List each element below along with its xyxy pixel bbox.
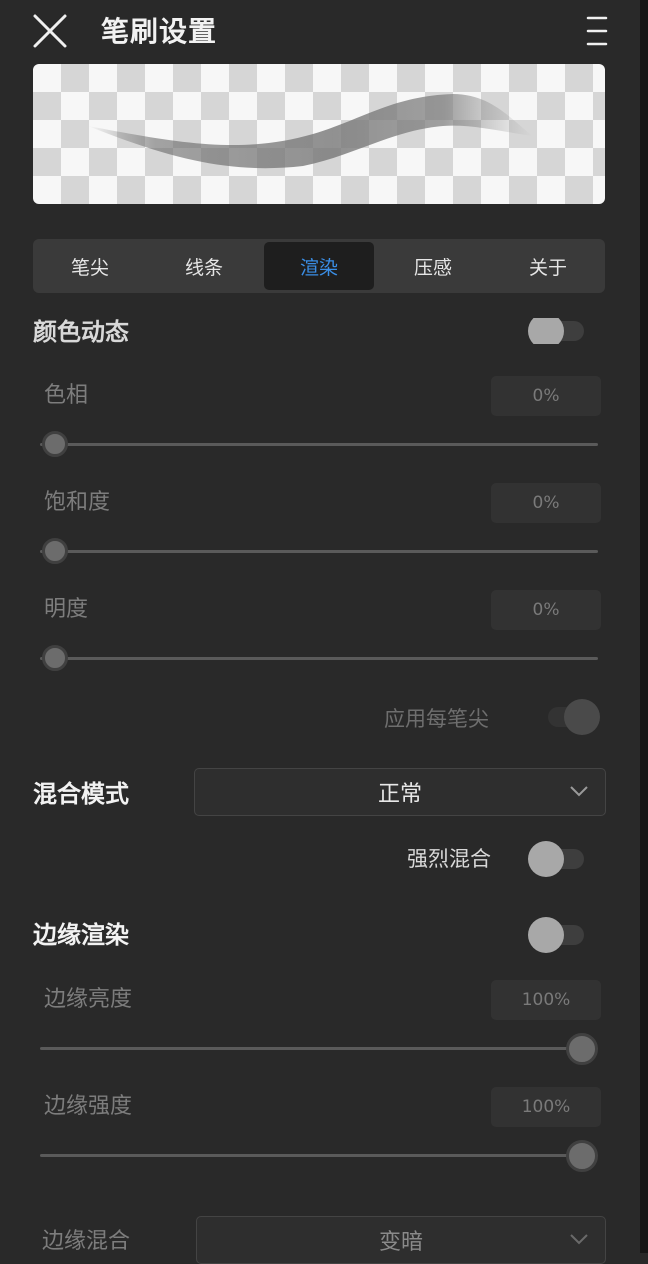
hue-slider-track[interactable] bbox=[40, 443, 598, 446]
edge-brightness-value[interactable]: 100% bbox=[491, 980, 601, 1020]
chevron-down-icon bbox=[570, 786, 588, 797]
color-dynamics-title: 颜色动态 bbox=[33, 318, 129, 344]
saturation-value[interactable]: 0% bbox=[491, 483, 601, 523]
edge-brightness-label: 边缘亮度 bbox=[44, 987, 133, 1012]
brightness-label: 明度 bbox=[44, 597, 89, 622]
edge-render-toggle[interactable] bbox=[528, 917, 586, 953]
edge-blend-label: 边缘混合 bbox=[42, 1229, 131, 1254]
hue-label: 色相 bbox=[44, 383, 89, 408]
tab-render[interactable]: 渲染 bbox=[264, 242, 374, 290]
edge-blend-dropdown[interactable]: 变暗 bbox=[196, 1216, 606, 1264]
edge-strength-slider-thumb[interactable] bbox=[566, 1140, 598, 1172]
tab-stroke[interactable]: 线条 bbox=[149, 242, 259, 290]
tab-tip[interactable]: 笔尖 bbox=[35, 242, 145, 290]
edge-render-title: 边缘渲染 bbox=[33, 921, 129, 949]
per-tip-label: 应用每笔尖 bbox=[384, 707, 489, 731]
hue-value[interactable]: 0% bbox=[491, 376, 601, 416]
edge-brightness-slider-track[interactable] bbox=[40, 1047, 598, 1050]
blend-mode-dropdown[interactable]: 正常 bbox=[194, 768, 606, 816]
hue-slider-thumb[interactable] bbox=[42, 431, 68, 457]
tab-pressure[interactable]: 压感 bbox=[378, 242, 488, 290]
tab-about[interactable]: 关于 bbox=[493, 242, 603, 290]
color-dynamics-heading: 颜色动态 bbox=[33, 318, 233, 344]
chevron-down-icon bbox=[570, 1234, 588, 1245]
color-dynamics-toggle-clip bbox=[528, 318, 586, 344]
strong-blend-toggle[interactable] bbox=[528, 841, 586, 877]
saturation-slider-thumb[interactable] bbox=[42, 538, 68, 564]
right-edge bbox=[640, 0, 648, 1253]
brush-preview bbox=[33, 64, 605, 204]
saturation-label: 饱和度 bbox=[44, 490, 111, 515]
tab-bar: 笔尖 线条 渲染 压感 关于 bbox=[33, 239, 605, 293]
blend-mode-label: 混合模式 bbox=[33, 780, 129, 808]
brush-stroke-preview bbox=[88, 94, 533, 169]
menu-icon[interactable] bbox=[586, 15, 608, 47]
close-icon[interactable] bbox=[32, 13, 68, 49]
brightness-value[interactable]: 0% bbox=[491, 590, 601, 630]
saturation-slider-track[interactable] bbox=[40, 550, 598, 553]
edge-strength-slider-track[interactable] bbox=[40, 1154, 598, 1157]
blend-mode-value: 正常 bbox=[377, 782, 422, 807]
color-dynamics-toggle[interactable] bbox=[528, 318, 586, 344]
edge-blend-value: 变暗 bbox=[378, 1230, 423, 1255]
edge-strength-label: 边缘强度 bbox=[44, 1094, 133, 1119]
per-tip-toggle[interactable] bbox=[538, 699, 600, 735]
brightness-slider-track[interactable] bbox=[40, 657, 598, 660]
brightness-slider-thumb[interactable] bbox=[42, 645, 68, 671]
strong-blend-label: 强烈混合 bbox=[407, 847, 491, 871]
edge-brightness-slider-thumb[interactable] bbox=[566, 1033, 598, 1065]
edge-strength-value[interactable]: 100% bbox=[491, 1087, 601, 1127]
page-title: 笔刷设置 bbox=[101, 15, 218, 48]
